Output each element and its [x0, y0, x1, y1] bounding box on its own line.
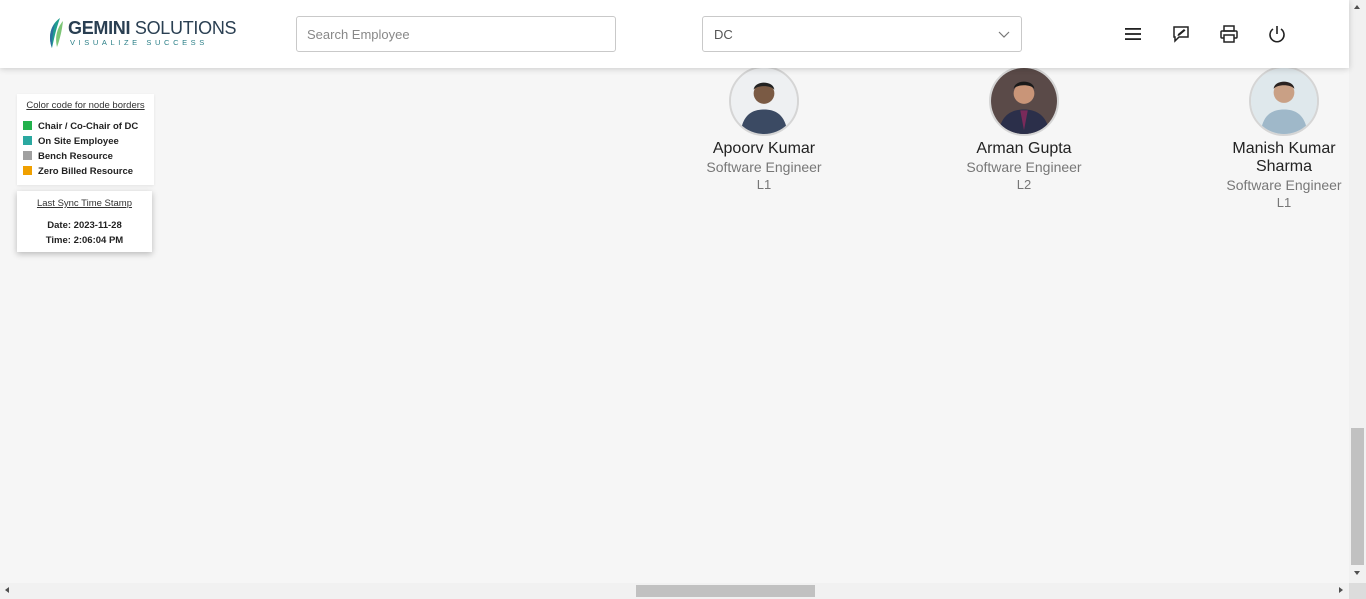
- avatar: [989, 66, 1059, 136]
- employee-role: Software Engineer: [966, 159, 1082, 175]
- scroll-left-arrow-icon[interactable]: [5, 587, 9, 593]
- search-employee-input[interactable]: [296, 16, 616, 52]
- logo-tagline: VISUALIZE SUCCESS: [70, 38, 208, 47]
- scrollbar-corner: [1349, 583, 1366, 599]
- feedback-icon[interactable]: [1171, 24, 1191, 44]
- legend-item: Chair / Co-Chair of DC: [23, 119, 148, 134]
- employee-node[interactable]: Manish Kumar Sharma Software Engineer L1: [1214, 66, 1354, 212]
- avatar: [729, 66, 799, 136]
- legend-swatch: [23, 165, 32, 175]
- legend-title: Color code for node borders: [26, 100, 145, 111]
- menu-icon[interactable]: [1123, 24, 1143, 44]
- vertical-scrollbar-thumb[interactable]: [1351, 428, 1364, 565]
- legend-item-label: Chair / Co-Chair of DC: [38, 121, 139, 132]
- legend-item: Bench Resource: [23, 149, 148, 164]
- legend-item: On Site Employee: [23, 134, 148, 149]
- employee-name: Apoorv Kumar: [712, 140, 816, 157]
- node-border-legend: Color code for node borders Chair / Co-C…: [17, 94, 154, 185]
- chevron-down-icon: [998, 31, 1010, 38]
- dc-dropdown[interactable]: DC: [702, 16, 1022, 52]
- scroll-down-arrow-icon[interactable]: [1354, 571, 1360, 575]
- print-icon[interactable]: [1219, 24, 1239, 44]
- employee-name: Arman Gupta: [976, 140, 1072, 157]
- sync-time: Time: 2:06:04 PM: [45, 235, 124, 246]
- legend-item-label: On Site Employee: [38, 136, 119, 147]
- legend-swatch: [23, 120, 32, 130]
- employee-level: L2: [1016, 177, 1032, 192]
- power-icon[interactable]: [1267, 24, 1287, 44]
- horizontal-scrollbar-thumb[interactable]: [636, 585, 815, 597]
- legend-item: Zero Billed Resource: [23, 164, 148, 179]
- employee-role: Software Engineer: [1226, 177, 1342, 193]
- employee-node[interactable]: Apoorv Kumar Software Engineer L1: [694, 66, 834, 194]
- employee-role: Software Engineer: [706, 159, 822, 175]
- legend-item-label: Bench Resource: [38, 151, 113, 162]
- legend-swatch: [23, 150, 32, 160]
- employee-name: Manish Kumar Sharma: [1232, 140, 1336, 175]
- legend-item-label: Zero Billed Resource: [38, 166, 134, 177]
- logo-wordmark: GEMINI SOLUTIONS: [68, 18, 237, 38]
- leaf-logo-icon: [50, 18, 63, 48]
- last-sync-card: Last Sync Time Stamp Date: 2023-11-28 Ti…: [17, 191, 152, 252]
- company-logo[interactable]: GEMINI SOLUTIONS VISUALIZE SUCCESS: [46, 16, 237, 50]
- sync-title: Last Sync Time Stamp: [36, 198, 133, 209]
- dc-dropdown-value: DC: [714, 26, 733, 42]
- sync-date: Date: 2023-11-28: [47, 220, 122, 231]
- top-navbar: GEMINI SOLUTIONS VISUALIZE SUCCESS DC: [0, 0, 1349, 68]
- employee-level: L1: [1276, 195, 1292, 210]
- avatar: [1249, 66, 1319, 136]
- scroll-right-arrow-icon[interactable]: [1339, 587, 1343, 593]
- scroll-up-arrow-icon[interactable]: [1354, 5, 1360, 9]
- employee-node[interactable]: Arman Gupta Software Engineer L2: [954, 66, 1094, 194]
- employee-level: L1: [756, 177, 772, 192]
- legend-swatch: [23, 135, 32, 145]
